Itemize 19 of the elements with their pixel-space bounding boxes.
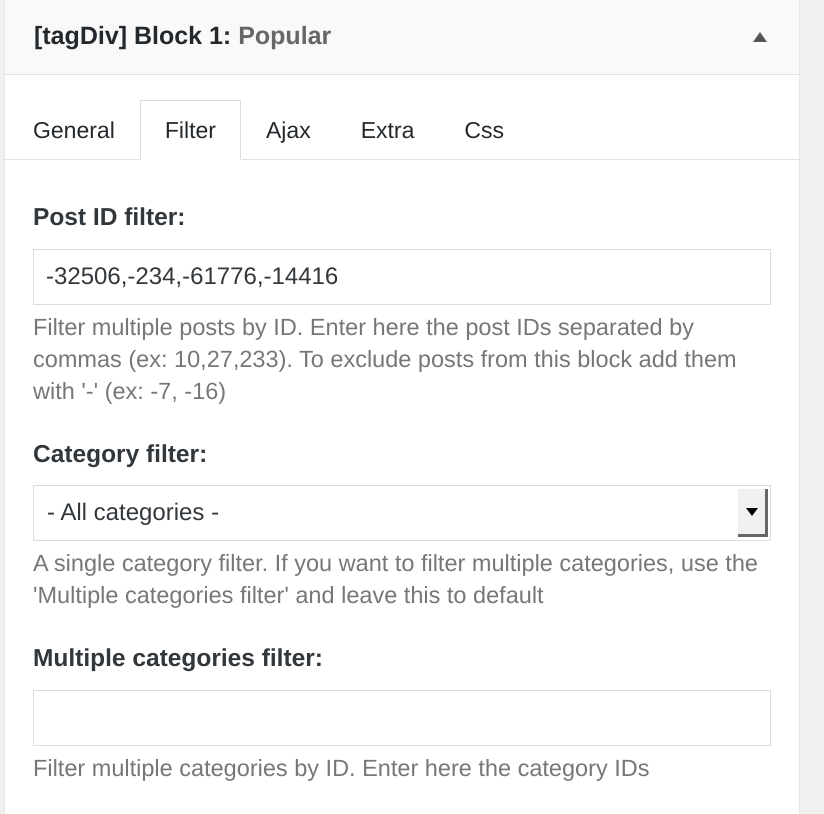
tab[interactable]: Ajax bbox=[240, 100, 336, 160]
field-label: Post ID filter: bbox=[33, 202, 186, 233]
field-label: Category filter: bbox=[33, 440, 208, 470]
tab[interactable]: Filter bbox=[140, 100, 241, 160]
field-label: Multiple categories filter: bbox=[33, 644, 324, 674]
collapse-arrow-icon[interactable] bbox=[753, 32, 767, 42]
tab[interactable]: Css bbox=[439, 100, 530, 160]
input-field[interactable]: -32506,-234,-61776,-14416 bbox=[33, 248, 771, 304]
panel-title: [tagDiv] Block 1: bbox=[34, 22, 232, 50]
help-text: Filter multiple categories by ID. Enter here the category IDs bbox=[33, 754, 650, 783]
input-field[interactable] bbox=[33, 690, 771, 746]
help-text: A single category filter. If you want to filter multiple categories, use the 'Multiple categories filter' and leave this to default bbox=[33, 549, 759, 610]
help-text: Filter multiple posts by ID. Enter here the post IDs separated by commas (ex: 10,27,233). To exclude posts from this block add them with '-' (ex: -7, -16) bbox=[33, 312, 738, 406]
panel-header[interactable]: [tagDiv] Block 1: Popular bbox=[5, 0, 799, 75]
tab[interactable]: Extra bbox=[336, 100, 440, 160]
panel-subtitle: Popular bbox=[238, 22, 332, 50]
dropdown-arrow-icon bbox=[746, 508, 758, 516]
tab[interactable]: General bbox=[8, 100, 140, 160]
category-select[interactable]: - All categories - bbox=[33, 485, 771, 542]
